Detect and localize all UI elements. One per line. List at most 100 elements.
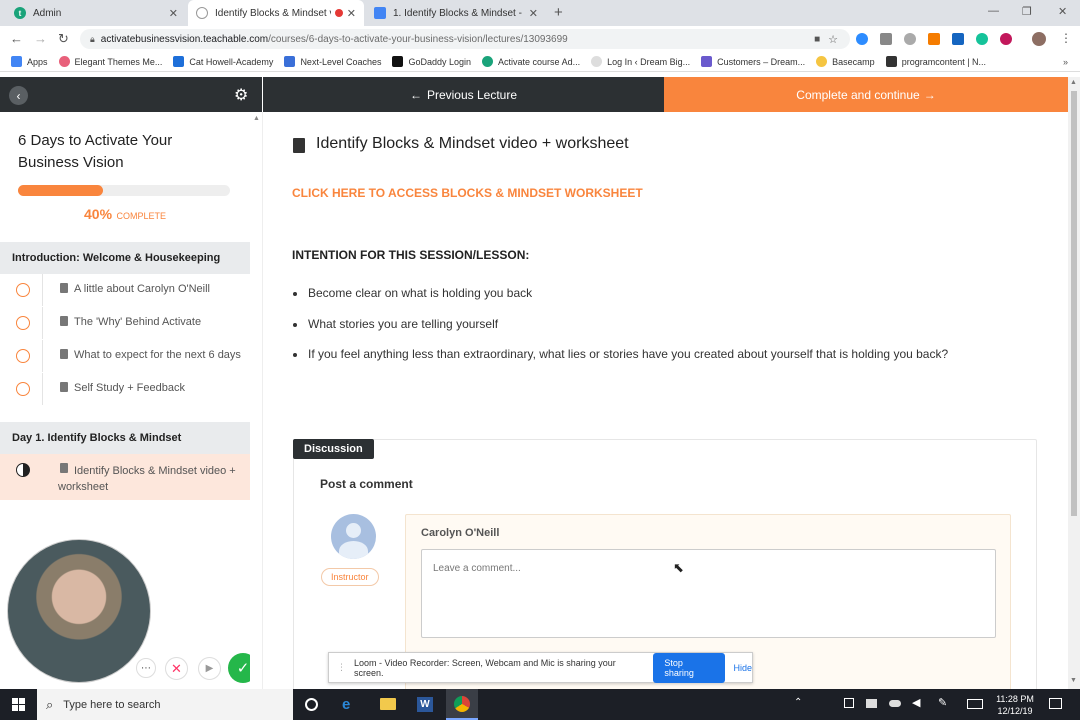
scroll-up-icon[interactable]: ▲	[253, 115, 260, 122]
bookmark-label: Customers – Dream...	[717, 56, 806, 67]
windows-start-icon[interactable]	[12, 698, 25, 711]
zoom-extension-icon[interactable]	[856, 33, 868, 45]
loom-extension-icon[interactable]	[1000, 33, 1012, 45]
lecture-item-current[interactable]: Identify Blocks & Mindset video + worksh…	[0, 454, 250, 500]
bookmark-basecamp[interactable]: Basecamp	[816, 56, 875, 67]
lecture-item[interactable]: Self Study + Feedback	[0, 373, 250, 405]
incomplete-circle-icon	[16, 382, 30, 396]
bookmark-star-icon[interactable]: ☆	[828, 33, 838, 46]
hide-button[interactable]: Hide	[733, 663, 752, 673]
incomplete-circle-icon	[16, 283, 30, 297]
reload-icon[interactable]: ↻	[58, 31, 69, 47]
lecture-title: Identify Blocks & Mindset video + worksh…	[316, 135, 629, 152]
worksheet-link[interactable]: CLICK HERE TO ACCESS BLOCKS & MINDSET WO…	[292, 186, 643, 200]
file-explorer-icon[interactable]	[380, 698, 396, 710]
hubspot-extension-icon[interactable]	[928, 33, 940, 45]
new-tab-icon[interactable]: +	[554, 4, 563, 21]
intention-heading: INTENTION FOR THIS SESSION/LESSON:	[292, 248, 530, 262]
settings-gear-icon[interactable]: ⚙	[234, 85, 248, 105]
chrome-taskbar-button[interactable]	[446, 689, 478, 720]
tab-title: Admin	[33, 7, 62, 19]
edge-icon[interactable]: e	[342, 696, 350, 713]
taskbar-search-box[interactable]: ⌕ Type here to search	[37, 689, 293, 720]
lecture-item[interactable]: A little about Carolyn O'Neill	[0, 274, 250, 306]
menu-kebab-icon[interactable]: ⋮	[1060, 31, 1072, 45]
back-to-course-icon[interactable]: ‹	[9, 86, 28, 105]
bookmark-cat-howell[interactable]: Cat Howell-Academy	[173, 56, 273, 67]
bookmark-programcontent[interactable]: programcontent | N...	[885, 56, 986, 67]
bookmark-label: Activate course Ad...	[498, 56, 581, 67]
close-tab-icon[interactable]: ✕	[347, 7, 356, 20]
bookmark-activate-course[interactable]: Activate course Ad...	[482, 56, 580, 67]
more-bookmarks-icon[interactable]: »	[1063, 57, 1068, 67]
comment-textarea[interactable]: Leave a comment...	[421, 549, 996, 638]
course-sidebar: 6 Days to Activate Your Business Vision …	[0, 112, 258, 689]
window-close-icon[interactable]: ✕	[1058, 5, 1067, 18]
previous-lecture-button[interactable]: ← Previous Lecture	[263, 77, 664, 112]
drag-handle-icon[interactable]: ⋮	[337, 662, 346, 673]
scroll-up-icon[interactable]: ▲	[1070, 79, 1077, 86]
network-icon[interactable]	[844, 698, 854, 708]
url-host: activatebusinessvision.teachable.com	[100, 33, 269, 45]
word-icon[interactable]: W	[417, 697, 433, 712]
slack-icon	[885, 56, 897, 67]
notifications-icon[interactable]	[1049, 698, 1062, 709]
bookmark-dream-big[interactable]: Log In ‹ Dream Big...	[591, 56, 690, 67]
code-extension-icon[interactable]	[880, 33, 892, 45]
video-camera-icon[interactable]: ■	[814, 34, 820, 45]
profile-avatar-icon[interactable]	[1032, 32, 1046, 46]
minimize-icon[interactable]: —	[988, 5, 999, 17]
bookmark-elegant-themes[interactable]: Elegant Themes Me...	[58, 56, 162, 67]
forward-icon[interactable]: →	[34, 31, 47, 46]
incomplete-circle-icon	[16, 349, 30, 363]
maximize-icon[interactable]: ❐	[1022, 5, 1032, 18]
bookmark-label: Next-Level Coaches	[300, 56, 382, 67]
lecture-item[interactable]: What to expect for the next 6 days	[0, 340, 250, 372]
section-spacer	[0, 406, 250, 415]
clock[interactable]: 11:28 PM 12/12/19	[992, 693, 1038, 717]
bookmark-apps[interactable]: Apps	[11, 56, 48, 67]
document-icon	[60, 316, 68, 326]
tab-google-doc[interactable]: 1. Identify Blocks & Mindset - Go ✕	[366, 0, 546, 26]
battery-icon[interactable]	[866, 699, 877, 708]
volume-icon[interactable]: ◀	[912, 696, 920, 709]
tray-chevron-icon[interactable]: ⌃	[794, 697, 802, 708]
url-bar[interactable]: 🔒︎ activatebusinessvision.teachable.com /…	[80, 29, 850, 49]
loom-cancel-icon[interactable]: ✕	[165, 657, 188, 680]
back-icon[interactable]: ←	[10, 31, 23, 46]
keyboard-icon[interactable]	[967, 699, 983, 709]
complete-and-continue-button[interactable]: Complete and continue →	[664, 77, 1068, 112]
progress-text: 40% COMPLETE	[0, 206, 250, 224]
lecture-item[interactable]: The 'Why' Behind Activate	[0, 307, 250, 339]
scroll-down-icon[interactable]: ▼	[1070, 677, 1077, 684]
bookmark-label: Log In ‹ Dream Big...	[607, 56, 691, 67]
stop-sharing-button[interactable]: Stop sharing	[653, 652, 726, 683]
scrollbar-thumb[interactable]	[1071, 91, 1077, 516]
sidebar-scrollbar[interactable]: ▲	[250, 112, 263, 689]
close-tab-icon[interactable]: ✕	[529, 7, 538, 20]
docs-favicon-icon	[374, 7, 386, 19]
k-extension-icon[interactable]	[904, 33, 916, 45]
page-scrollbar[interactable]: ▲ ▼	[1068, 77, 1080, 689]
onedrive-icon[interactable]	[889, 700, 901, 707]
bookmark-next-level[interactable]: Next-Level Coaches	[284, 56, 381, 67]
tab-lecture[interactable]: Identify Blocks & Mindset vi ✕	[188, 0, 364, 26]
webcam-bubble[interactable]	[7, 539, 151, 683]
teachable-favicon-icon: t	[14, 7, 26, 19]
lecture-title: Self Study + Feedback	[74, 382, 185, 394]
loom-pause-icon[interactable]: ▶	[198, 657, 221, 680]
close-tab-icon[interactable]: ✕	[169, 7, 178, 20]
grammarly-extension-icon[interactable]	[976, 33, 988, 45]
url-path: /courses/6-days-to-activate-your-busines…	[268, 33, 568, 45]
bookmark-godaddy[interactable]: GoDaddy Login	[392, 56, 471, 67]
bookmark-customers[interactable]: Customers – Dream...	[701, 56, 805, 67]
incomplete-circle-icon	[16, 316, 30, 330]
lecture-title: The 'Why' Behind Activate	[74, 316, 202, 328]
loom-sharing-banner: ⋮ Loom - Video Recorder: Screen, Webcam …	[328, 652, 753, 683]
section-day-1: Day 1. Identify Blocks & Mindset	[0, 422, 250, 454]
loom-more-icon[interactable]: ⋯	[136, 658, 156, 678]
cortana-icon[interactable]	[305, 698, 318, 711]
flag-extension-icon[interactable]	[952, 33, 964, 45]
pen-icon[interactable]: ✎	[938, 696, 947, 709]
tab-admin[interactable]: t Admin ✕	[6, 0, 186, 26]
